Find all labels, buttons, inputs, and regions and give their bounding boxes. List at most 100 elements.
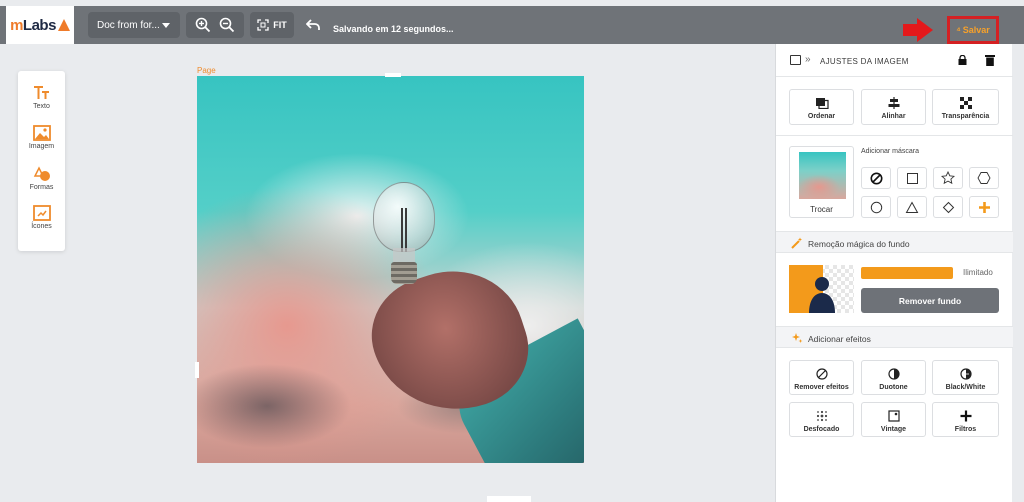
image-icon — [32, 125, 51, 141]
mask-square-button[interactable] — [897, 167, 927, 189]
plus-icon — [960, 410, 971, 422]
image-icon — [790, 55, 801, 65]
person-silhouette-icon — [809, 277, 835, 313]
effect-blur-button[interactable]: Desfocado — [789, 402, 854, 437]
removal-quota-fill — [861, 267, 953, 279]
transparency-icon — [959, 97, 972, 109]
canvas-image[interactable] — [197, 76, 584, 463]
tool-label: Ícones — [31, 223, 52, 230]
add-mask-button[interactable] — [969, 196, 999, 218]
zoom-controls — [186, 12, 244, 38]
resize-handle-top[interactable] — [385, 73, 401, 77]
tool-label: Texto — [33, 103, 50, 110]
tool-image[interactable]: Imagem — [18, 125, 65, 150]
magic-removal-header: Remoção mágica do fundo — [776, 231, 1013, 253]
effect-label: Remover efeitos — [794, 384, 849, 391]
no-effect-icon — [815, 368, 828, 380]
triangle-icon — [905, 200, 919, 213]
effects-title: Adicionar efeitos — [808, 334, 871, 344]
image-settings-panel: » AJUSTES DA IMAGEM Ordenar Alinhar Tran… — [775, 44, 1013, 502]
align-icon — [888, 97, 899, 109]
sparkles-icon — [792, 333, 803, 343]
undo-button[interactable] — [302, 12, 324, 38]
magic-wand-icon — [791, 237, 802, 249]
no-mask-icon — [870, 172, 882, 184]
divider — [776, 135, 1013, 136]
circle-icon — [870, 201, 882, 213]
star-icon — [941, 171, 955, 185]
tool-shapes[interactable]: Formas — [18, 166, 65, 191]
tool-label: Formas — [29, 184, 54, 191]
plus-icon — [978, 201, 990, 213]
document-selector[interactable]: Doc from for... — [88, 12, 180, 38]
chevrons-right-icon: » — [805, 54, 811, 65]
top-toolbar: mLabs Doc from for... FIT Salvando em 12… — [0, 6, 1024, 44]
magic-removal-title: Remoção mágica do fundo — [808, 239, 910, 249]
effect-duotone-button[interactable]: Duotone — [861, 360, 926, 395]
transparency-button[interactable]: Transparência — [932, 89, 999, 125]
order-icon — [815, 98, 829, 109]
trash-icon[interactable] — [985, 54, 995, 66]
square-icon — [906, 172, 918, 184]
effect-label: Black/White — [945, 384, 986, 391]
mask-title: Adicionar máscara — [861, 148, 919, 155]
align-button[interactable]: Alinhar — [861, 89, 926, 125]
blur-icon — [816, 410, 827, 422]
icons-icon — [32, 205, 51, 221]
remove-background-button[interactable]: Remover fundo — [861, 288, 999, 313]
zoom-out-icon[interactable] — [219, 17, 235, 33]
transparency-label: Transparência — [941, 113, 990, 120]
tool-label: Imagem — [28, 143, 55, 150]
align-label: Alinhar — [881, 113, 906, 120]
effect-remove-button[interactable]: Remover efeitos — [789, 360, 854, 395]
effect-label: Duotone — [879, 384, 908, 391]
mask-triangle-button[interactable] — [897, 196, 927, 218]
effect-filters-button[interactable]: Filtros — [932, 402, 999, 437]
mask-preview[interactable]: Trocar — [789, 146, 854, 218]
hexagon-icon — [977, 172, 991, 184]
canvas-scroll-tab[interactable] — [487, 496, 531, 502]
order-label: Ordenar — [807, 113, 836, 120]
mask-none-button[interactable] — [861, 167, 891, 189]
fit-label: FIT — [273, 20, 287, 30]
mask-star-button[interactable] — [933, 167, 963, 189]
text-icon — [33, 86, 49, 99]
tool-icons[interactable]: Ícones — [18, 205, 65, 230]
effect-vintage-button[interactable]: Vintage — [861, 402, 926, 437]
swap-image-button[interactable]: Trocar — [790, 205, 853, 214]
flask-icon — [57, 19, 70, 31]
save-icon: ⁴ — [956, 25, 961, 35]
panel-title: AJUSTES DA IMAGEM — [820, 57, 909, 66]
autosave-status: Salvando em 12 segundos... — [333, 24, 454, 34]
effects-header: Adicionar efeitos — [776, 326, 1013, 348]
lock-icon[interactable] — [958, 55, 967, 65]
photo-bulb-base — [391, 262, 417, 284]
fit-screen-icon — [257, 19, 269, 31]
diamond-icon — [942, 201, 954, 213]
background-removal-preview — [789, 265, 854, 313]
mask-circle-button[interactable] — [861, 196, 891, 218]
black-white-icon — [959, 368, 972, 380]
order-button[interactable]: Ordenar — [789, 89, 854, 125]
photo-filament — [401, 208, 407, 252]
brand-wordmark: mLabs — [10, 16, 56, 34]
tool-text[interactable]: Texto — [18, 85, 65, 110]
save-button[interactable]: ⁴ Salvar — [947, 16, 999, 44]
duotone-icon — [887, 368, 900, 380]
mask-diamond-button[interactable] — [933, 196, 963, 218]
fit-button[interactable]: FIT — [250, 12, 294, 38]
mask-thumbnail — [799, 152, 846, 199]
shapes-icon — [33, 166, 50, 181]
effect-label: Filtros — [954, 426, 977, 433]
mask-hexagon-button[interactable] — [969, 167, 999, 189]
resize-handle-left[interactable] — [195, 362, 199, 378]
save-label: Salvar — [962, 25, 990, 35]
removal-quota-bar — [861, 267, 953, 279]
brand-logo[interactable]: mLabs — [6, 6, 74, 44]
undo-icon — [306, 19, 320, 30]
zoom-in-icon[interactable] — [195, 17, 211, 33]
document-name: Doc from for... — [97, 19, 160, 31]
removal-limit-label: Ilimitado — [963, 268, 993, 277]
effect-black-white-button[interactable]: Black/White — [932, 360, 999, 395]
element-tools-panel: Texto Imagem Formas Ícones — [18, 71, 65, 251]
